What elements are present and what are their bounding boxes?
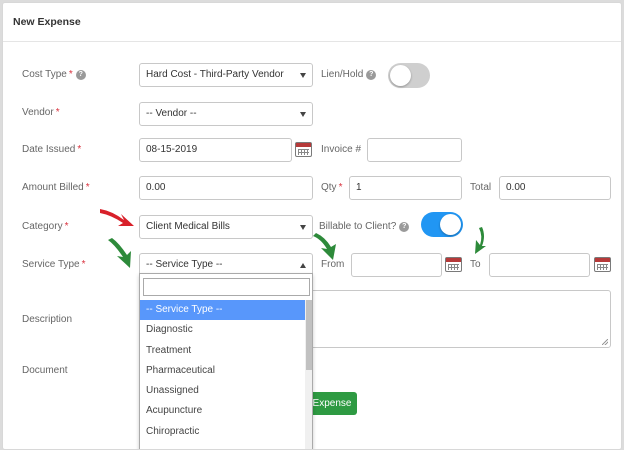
service-type-dropdown: -- Service Type -- Diagnostic Treatment Pha… bbox=[139, 273, 313, 449]
scrollbar-thumb[interactable] bbox=[306, 300, 312, 370]
help-icon[interactable]: ? bbox=[75, 70, 86, 80]
document-label: Document bbox=[22, 365, 68, 376]
calendar-icon[interactable] bbox=[445, 257, 462, 272]
category-label: Category * bbox=[22, 221, 69, 232]
annotation-arrow-icon bbox=[475, 227, 486, 254]
page-title: New Expense bbox=[13, 16, 81, 28]
vendor-select[interactable]: -- Vendor -- bbox=[139, 102, 313, 126]
to-date-input[interactable] bbox=[489, 253, 590, 277]
new-expense-panel: New Expense Cost Type *? Hard Cost - Thir… bbox=[2, 2, 622, 450]
dropdown-option[interactable]: Treatment bbox=[140, 341, 306, 361]
qty-input[interactable]: 1 bbox=[349, 176, 462, 200]
annotation-arrow-icon bbox=[100, 209, 134, 226]
toggle-knob bbox=[390, 65, 411, 86]
description-label: Description bbox=[22, 314, 73, 325]
dropdown-option[interactable]: Unassigned bbox=[140, 381, 306, 401]
dropdown-option[interactable]: Chiropractic bbox=[140, 422, 306, 442]
billable-toggle[interactable] bbox=[421, 212, 463, 237]
calendar-icon[interactable] bbox=[594, 257, 611, 272]
total-input: 0.00 bbox=[499, 176, 611, 200]
date-issued-label: Date Issued * bbox=[22, 144, 82, 155]
annotation-arrow-icon bbox=[108, 238, 131, 268]
dropdown-option[interactable]: -- Service Type -- bbox=[140, 300, 306, 321]
panel-header: New Expense bbox=[3, 3, 621, 42]
vendor-label: Vendor * bbox=[22, 107, 60, 118]
dropdown-option[interactable]: Diagnostic bbox=[140, 320, 306, 340]
lien-hold-label: Lien/Hold? bbox=[321, 69, 377, 80]
date-issued-input[interactable]: 08-15-2019 bbox=[139, 138, 292, 162]
total-label: Total bbox=[470, 182, 492, 193]
category-select[interactable]: Client Medical Bills bbox=[139, 215, 313, 239]
resize-handle[interactable] bbox=[602, 339, 608, 345]
dropdown-options: -- Service Type -- Diagnostic Treatment Pha… bbox=[140, 300, 306, 442]
cost-type-select[interactable]: Hard Cost - Third-Party Vendor bbox=[139, 63, 313, 87]
toggle-knob bbox=[440, 214, 461, 235]
service-type-label: Service Type * bbox=[22, 259, 86, 270]
qty-label: Qty * bbox=[321, 182, 343, 193]
to-label: To bbox=[470, 259, 481, 270]
dropdown-search-input[interactable] bbox=[143, 278, 310, 296]
invoice-label: Invoice # bbox=[321, 144, 362, 155]
help-icon[interactable]: ? bbox=[399, 222, 410, 232]
dropdown-scrollbar[interactable] bbox=[305, 300, 312, 449]
help-icon[interactable]: ? bbox=[366, 70, 377, 80]
amount-billed-input[interactable]: 0.00 bbox=[139, 176, 313, 200]
dropdown-option[interactable]: Pharmaceutical bbox=[140, 361, 306, 381]
invoice-input[interactable] bbox=[367, 138, 462, 162]
lien-hold-toggle[interactable] bbox=[388, 63, 430, 88]
from-date-input[interactable] bbox=[351, 253, 442, 277]
cost-type-label: Cost Type *? bbox=[22, 69, 86, 80]
amount-billed-label: Amount Billed * bbox=[22, 182, 90, 193]
calendar-icon[interactable] bbox=[295, 142, 312, 157]
billable-label: Billable to Client?? bbox=[319, 221, 410, 232]
annotation-arrow-icon bbox=[313, 233, 336, 260]
dropdown-option[interactable]: Acupuncture bbox=[140, 401, 306, 421]
